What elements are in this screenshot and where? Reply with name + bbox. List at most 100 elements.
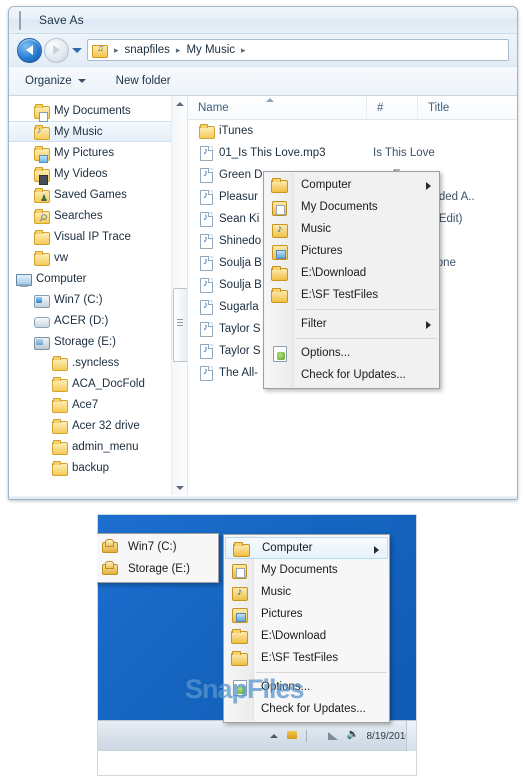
taskbar-clock[interactable]: 8/19/2010 [367,731,412,742]
window-title: Save As [39,13,84,27]
forward-button[interactable] [44,37,69,63]
sidebar-item-computer[interactable]: Computer [9,268,187,289]
submenu-item-win7-c[interactable]: Win7 (C:) [97,536,218,558]
menu-item-pictures[interactable]: Pictures [264,240,439,262]
folder-icon [33,250,50,266]
menu-item-my-documents[interactable]: My Documents [264,196,439,218]
sidebar-item-my-pictures[interactable]: My Pictures [9,142,187,163]
scroll-down-arrow-icon[interactable] [172,480,187,495]
file-title-cell: Is This Love [373,147,435,159]
breadcrumb-separator[interactable]: ▸ [172,45,185,56]
column-header-number[interactable]: # [366,96,417,119]
menu-item-pictures[interactable]: Pictures [224,603,389,625]
folder-icon [51,376,68,392]
volume-icon[interactable] [347,729,359,742]
folder-open-icon [271,287,288,303]
sidebar-item-my-videos[interactable]: My Videos [9,163,187,185]
menu-item-check-for-updates[interactable]: Check for Updates... [264,364,439,386]
column-header-name-label: Name [198,101,229,114]
menu-item-label: Music [301,223,332,235]
sidebar-item-acer-32-drive[interactable]: Acer 32 drive [9,415,187,436]
menu-item-e-download[interactable]: E:\Download [264,262,439,284]
menu-item-options[interactable]: Options... [264,342,439,364]
breadcrumb-snapfiles[interactable]: snapfiles [123,44,172,56]
show-hidden-icons-arrow-icon[interactable] [269,734,278,738]
new-folder-label: New folder [115,75,171,87]
file-name-cell: iTunes [198,123,373,139]
menu-item-options[interactable]: Options... [224,676,389,698]
navigation-pane: My Documents ♪ My Music My Pictures My Video… [9,96,188,495]
sidebar-item-my-documents[interactable]: My Documents [9,100,187,122]
sidebar-item-visual-ip-trace[interactable]: Visual IP Trace [9,226,187,247]
sidebar-item-storage-e[interactable]: Storage (E:) [9,331,187,352]
music-folder-icon [92,43,108,58]
navigation-pane-scrollbar[interactable] [171,96,187,495]
breadcrumb-separator[interactable]: ▸ [237,45,250,56]
submenu-item-label: Storage (E:) [128,563,190,575]
scroll-up-arrow-icon[interactable] [172,96,187,111]
sidebar-item-searches[interactable]: Searches [9,205,187,226]
menu-item-e-download[interactable]: E:\Download [224,625,389,647]
menu-item-filter[interactable]: Filter [264,313,439,335]
breadcrumb-my-music[interactable]: My Music [184,44,237,56]
drive-icon [102,561,118,575]
shell-folders-context-menu: Computer My Documents Music Pictures E:\Down… [263,171,440,389]
menu-item-label: Pictures [301,245,343,257]
mp3-file-icon [198,233,214,249]
show-desktop-button[interactable] [406,721,417,751]
forward-arrow-icon [53,45,60,55]
menu-item-e-sf-testfiles[interactable]: E:\SF TestFiles [224,647,389,669]
column-header-number-label: # [377,101,384,114]
menu-item-music[interactable]: Music [224,581,389,603]
organize-button[interactable]: Organize [19,72,92,90]
system-tray: 8/19/2010 [269,721,412,751]
folder-icon [51,355,68,371]
sidebar-item-win7-c[interactable]: Win7 (C:) [9,289,187,310]
menu-item-label: Pictures [261,608,303,620]
file-row[interactable]: 01_Is This Love.mp3 Is This Love [188,142,517,164]
sidebar-item-my-music[interactable]: ♪ My Music [9,121,187,142]
sidebar-item-acer-d[interactable]: ACER (D:) [9,310,187,331]
drive-icon [102,539,118,553]
scrollbar-thumb[interactable] [173,288,187,362]
menu-item-music[interactable]: Music [264,218,439,240]
file-row[interactable]: iTunes [188,120,517,142]
sidebar-item-aca-docfold[interactable]: ACA_DocFold [9,373,187,394]
column-header-title[interactable]: Title [417,96,517,119]
menu-item-check-for-updates[interactable]: Check for Updates... [224,698,389,720]
history-dropdown-icon[interactable] [72,47,82,53]
sidebar-item-label: Win7 (C:) [54,293,103,306]
menu-item-computer[interactable]: Computer [264,174,439,196]
folder-icon [51,418,68,434]
menu-item-label: E:\Download [301,267,367,279]
menu-item-e-sf-testfiles[interactable]: E:\SF TestFiles [264,284,439,306]
menu-item-computer[interactable]: Computer [225,537,388,559]
sidebar-item-label: My Videos [54,167,108,180]
breadcrumb-separator[interactable]: ▸ [110,45,123,56]
menu-item-label: E:\SF TestFiles [261,652,339,664]
sidebar-item-backup[interactable]: backup [9,457,187,478]
sort-ascending-icon [266,98,274,102]
sidebar-item-ace7[interactable]: Ace7 [9,394,187,415]
pictures-folder-icon [33,145,50,163]
column-header-name[interactable]: Name [188,96,366,119]
options-icon [231,679,247,696]
file-name-label: iTunes [219,125,254,137]
sidebar-item-label: Acer 32 drive [72,419,140,432]
sidebar-item-vw[interactable]: vw [9,247,187,268]
keyboard-icon[interactable] [305,730,319,742]
sidebar-item-label: Computer [36,272,87,285]
system-drive-icon [33,292,50,308]
sidebar-item-syncless[interactable]: .syncless [9,352,187,373]
new-folder-button[interactable]: New folder [110,72,177,90]
menu-item-my-documents[interactable]: My Documents [224,559,389,581]
action-center-flag-icon[interactable] [286,730,298,742]
address-bar[interactable]: ▸ snapfiles ▸ My Music ▸ [87,39,509,61]
back-button[interactable] [17,37,42,63]
network-icon[interactable] [327,730,339,742]
sidebar-item-saved-games[interactable]: Saved Games [9,184,187,205]
sidebar-item-admin-menu[interactable]: admin_menu [9,436,187,457]
submenu-item-storage-e[interactable]: Storage (E:) [97,558,218,580]
sidebar-item-label: .syncless [72,356,120,369]
file-name-label: The All- [219,367,258,379]
